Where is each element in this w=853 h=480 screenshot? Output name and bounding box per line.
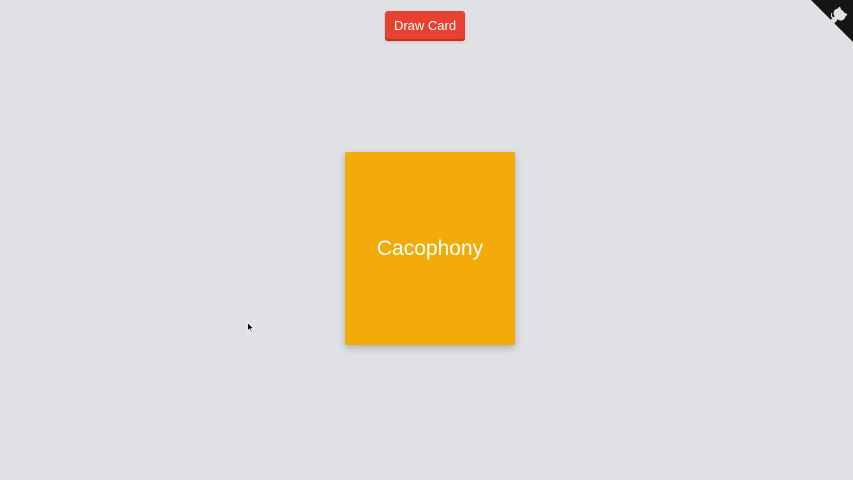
github-corner-link[interactable] — [811, 0, 853, 42]
mouse-cursor-icon — [247, 322, 255, 333]
word-card: Cacophony — [345, 152, 515, 345]
card-word: Cacophony — [376, 236, 484, 260]
github-octocat-icon — [811, 0, 853, 42]
draw-card-button[interactable]: Draw Card — [385, 11, 465, 41]
page: Draw Card Cacophony — [0, 0, 853, 480]
